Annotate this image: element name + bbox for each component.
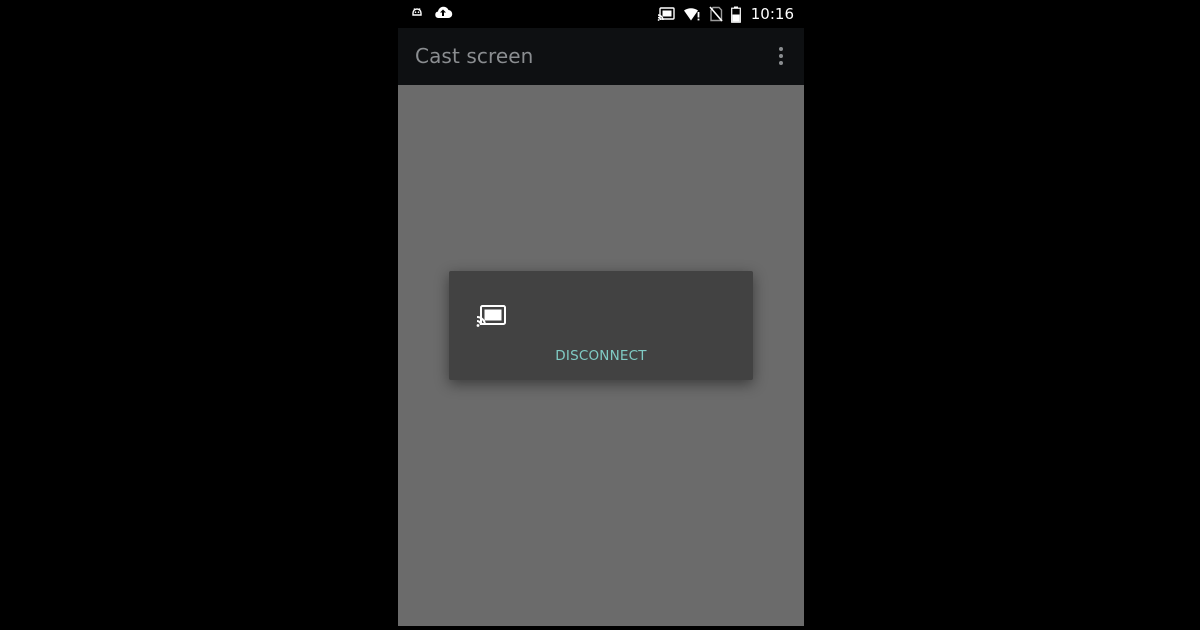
overflow-menu-button[interactable]: [772, 44, 790, 68]
status-bar: 10:16: [398, 0, 804, 28]
app-bar: Cast screen: [398, 28, 804, 85]
status-system-icons: 10:16: [657, 4, 794, 24]
status-notifications: [410, 5, 453, 19]
phone-screen: 10:16 Cast screen DISCONNECT: [398, 0, 804, 626]
cast-connected-icon: [657, 7, 675, 21]
cloud-upload-icon: [435, 6, 453, 19]
android-debug-icon: [412, 8, 422, 16]
overflow-menu-icon: [779, 47, 783, 65]
wifi-alert-icon: [683, 8, 700, 21]
cast-icon: [476, 305, 506, 327]
cast-route-dialog: DISCONNECT: [449, 271, 753, 380]
battery-icon: [730, 6, 741, 23]
disconnect-button[interactable]: DISCONNECT: [449, 345, 753, 367]
screenshot-root: 10:16 Cast screen DISCONNECT: [0, 0, 1200, 630]
status-clock: 10:16: [750, 5, 794, 23]
no-sim-icon: [709, 6, 723, 22]
page-title: Cast screen: [415, 44, 534, 68]
